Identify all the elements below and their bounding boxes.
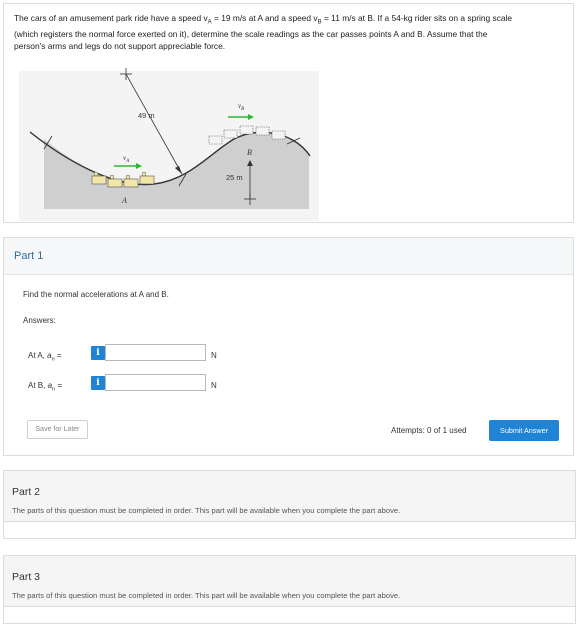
car [255,126,270,136]
row-b-label: At B, an = [28,381,62,393]
answers-label: Answers: [23,316,56,325]
point-b-label: B [247,148,252,157]
car [239,125,254,135]
car [271,130,286,140]
answer-b-unit: N [211,381,217,390]
problem-card: The cars of an amusement park ride have … [3,3,574,223]
save-for-later-button[interactable]: Save for Later [27,420,88,439]
attempts-counter: Attempts: 0 of 1 used [391,426,467,435]
point-a-label: A [121,196,127,205]
part3-title: Part 3 [12,571,41,583]
row-a-eq: = [54,351,62,360]
part2-card: Part 2 The parts of this question must b… [3,470,576,539]
car [123,178,139,188]
rider [125,174,131,180]
part1-instruction: Find the normal accelerations at A and B… [23,290,169,299]
row-a-label: At A, an = [28,351,62,363]
rider [141,171,147,177]
car [107,178,123,188]
car [91,175,107,185]
radius-b-label: 25 m [226,173,243,182]
part1-title: Part 1 [14,250,44,262]
rider [109,174,115,180]
row-a-prefix: At A, [28,351,45,360]
part1-header: Part 1 [4,238,573,275]
row-b-prefix: At B, [28,381,46,390]
row-b-eq: = [55,381,62,390]
answer-b-input[interactable] [105,374,206,391]
info-icon[interactable]: i [91,346,105,360]
part3-message: The parts of this question must be compl… [12,591,401,600]
part2-footer [3,521,576,539]
car [223,129,238,139]
part1-card: Part 1 Find the normal accelerations at … [3,237,574,456]
ride-figure: 49 m vA A vB B 25 m [19,68,319,221]
part2-title: Part 2 [12,486,41,498]
answer-a-input[interactable] [105,344,206,361]
info-icon[interactable]: i [91,376,105,390]
car [139,175,155,185]
part3-card: Part 3 The parts of this question must b… [3,555,576,624]
car [208,135,223,145]
radius-a-label: 49 m [138,111,155,120]
answer-a-unit: N [211,351,217,360]
submit-answer-button[interactable]: Submit Answer [489,420,559,441]
rider [93,171,99,177]
part2-message: The parts of this question must be compl… [12,506,401,515]
part3-footer [3,606,576,624]
